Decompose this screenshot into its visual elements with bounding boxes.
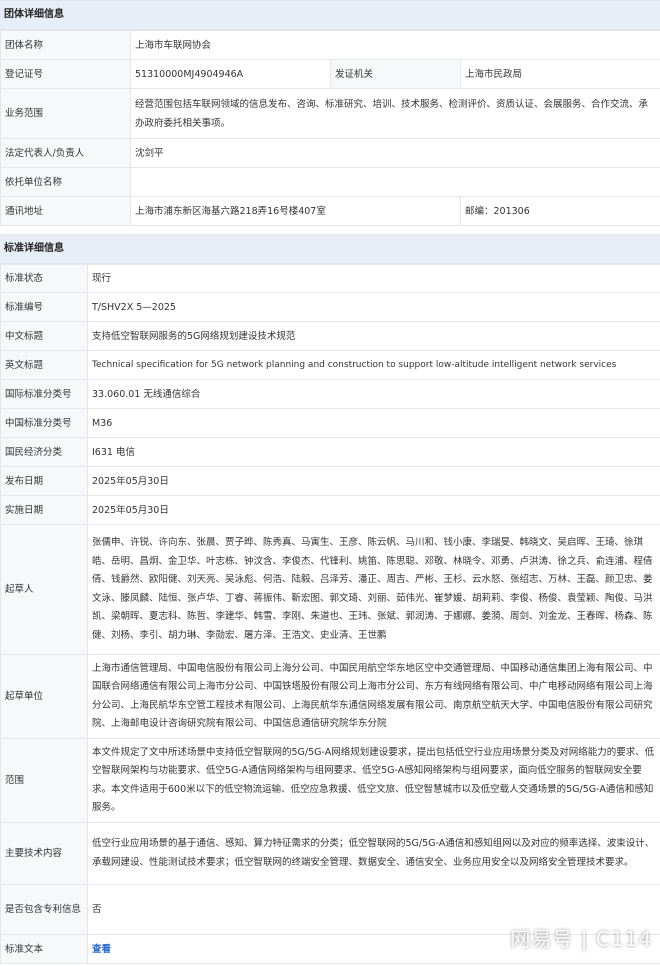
section-gap	[0, 226, 660, 234]
tech-content-value: 低空行业应用场景的基于通信、感知、算力特征需求的分类；低空智联网的5G/5G-A…	[87, 822, 660, 885]
scope-label: 范围	[0, 738, 88, 823]
postcode-value: 邮编：201306	[459, 196, 660, 226]
table-row: 范围 本文件规定了文中所述场景中支持低空智联网的5G/5G-A网络规划建设要求，…	[0, 738, 660, 823]
table-row: 中国标准分类号 M36	[0, 408, 660, 438]
standard-detail-table: 标准状态 现行 标准编号 T/SHV2X 5—2025 中文标题 支持低空智联网…	[0, 264, 660, 964]
ics-value: 33.060.01 无线通信综合	[87, 379, 660, 409]
legal-rep-value: 沈剑平	[129, 138, 660, 168]
std-text-label: 标准文本	[0, 934, 88, 964]
table-row: 中文标题 支持低空智联网服务的5G网络规划建设技术规范	[0, 321, 660, 351]
issuer-label: 发证机关	[330, 59, 461, 89]
drafters-label: 起草人	[0, 524, 88, 655]
table-row: 发布日期 2025年05月30日	[0, 466, 660, 496]
table-row: 依托单位名称	[0, 167, 660, 197]
draft-units-value: 上海市通信管理局、中国电信股份有限公司上海分公司、中国民用航空华东地区空中交通管…	[87, 654, 660, 739]
status-value: 现行	[87, 264, 660, 293]
standard-detail-section: 标准详细信息 标准状态 现行 标准编号 T/SHV2X 5—2025 中文标题 …	[0, 234, 660, 964]
std-number-label: 标准编号	[0, 292, 88, 322]
group-detail-header: 团体详细信息	[0, 0, 660, 30]
table-row: 起草单位 上海市通信管理局、中国电信股份有限公司上海分公司、中国民用航空华东地区…	[0, 654, 660, 739]
cn-title-value: 支持低空智联网服务的5G网络规划建设技术规范	[87, 321, 660, 351]
table-row: 法定代表人/负责人 沈剑平	[0, 138, 660, 168]
tech-content-label: 主要技术内容	[0, 822, 88, 885]
legal-rep-label: 法定代表人/负责人	[0, 138, 131, 168]
patent-label: 是否包含专利信息	[0, 884, 88, 935]
address-value: 上海市浦东新区海基六路218弄16号楼407室	[130, 196, 461, 226]
scope-value: 本文件规定了文中所述场景中支持低空智联网的5G/5G-A网络规划建设要求，提出包…	[87, 738, 660, 823]
table-row: 实施日期 2025年05月30日	[0, 495, 660, 525]
std-number-value: T/SHV2X 5—2025	[87, 292, 660, 322]
en-title-label: 英文标题	[0, 350, 88, 380]
table-row: 业务范围 经营范围包括车联网领域的信息发布、咨询、标准研究、培训、技术服务、检测…	[0, 88, 660, 139]
supervisor-value	[129, 167, 660, 197]
table-row: 标准状态 现行	[0, 264, 660, 293]
ics-label: 国际标准分类号	[0, 379, 88, 409]
issuer-value: 上海市民政局	[459, 59, 660, 89]
table-row: 通讯地址 上海市浦东新区海基六路218弄16号楼407室 邮编：201306	[0, 196, 660, 226]
table-row: 英文标题 Technical specification for 5G netw…	[0, 350, 660, 380]
ccs-label: 中国标准分类号	[0, 408, 88, 438]
supervisor-label: 依托单位名称	[0, 167, 131, 197]
group-detail-section: 团体详细信息 团体名称 上海市车联网协会 登记证号 51310000MJ4904…	[0, 0, 660, 226]
draft-units-label: 起草单位	[0, 654, 88, 739]
table-row: 起草人 张儒申、许锐、许向东、张晨、贾子晔、陈秀真、马寅生、王彦、陈云帆、马川和…	[0, 524, 660, 655]
watermark: 网易号 | C114	[510, 927, 652, 951]
reg-no-value: 51310000MJ4904946A	[130, 59, 331, 89]
industry-value: I631 电信	[87, 437, 660, 467]
table-row: 团体名称 上海市车联网协会	[0, 30, 660, 60]
table-row: 国民经济分类 I631 电信	[0, 437, 660, 467]
table-row: 标准编号 T/SHV2X 5—2025	[0, 292, 660, 322]
impl-date-label: 实施日期	[0, 495, 88, 525]
en-title-value: Technical specification for 5G network p…	[87, 350, 660, 380]
table-row: 国际标准分类号 33.060.01 无线通信综合	[0, 379, 660, 409]
publish-date-value: 2025年05月30日	[87, 466, 660, 496]
drafters-value: 张儒申、许锐、许向东、张晨、贾子晔、陈秀真、马寅生、王彦、陈云帆、马川和、钱小康…	[87, 524, 660, 655]
table-row: 登记证号 51310000MJ4904946A 发证机关 上海市民政局	[0, 59, 660, 89]
table-row: 主要技术内容 低空行业应用场景的基于通信、感知、算力特征需求的分类；低空智联网的…	[0, 822, 660, 885]
industry-label: 国民经济分类	[0, 437, 88, 467]
group-detail-table: 团体名称 上海市车联网协会 登记证号 51310000MJ4904946A 发证…	[0, 30, 660, 226]
cn-title-label: 中文标题	[0, 321, 88, 351]
group-name-label: 团体名称	[0, 30, 131, 60]
impl-date-value: 2025年05月30日	[87, 495, 660, 525]
ccs-value: M36	[87, 408, 660, 438]
status-label: 标准状态	[0, 264, 88, 293]
business-scope-label: 业务范围	[0, 88, 131, 139]
publish-date-label: 发布日期	[0, 466, 88, 496]
view-standard-link[interactable]: 查看	[92, 944, 111, 955]
standard-detail-header: 标准详细信息	[0, 234, 660, 264]
group-name-value: 上海市车联网协会	[129, 30, 660, 60]
address-label: 通讯地址	[0, 196, 131, 226]
reg-no-label: 登记证号	[0, 59, 131, 89]
business-scope-value: 经营范围包括车联网领域的信息发布、咨询、标准研究、培训、技术服务、检测评价、资质…	[129, 88, 660, 139]
